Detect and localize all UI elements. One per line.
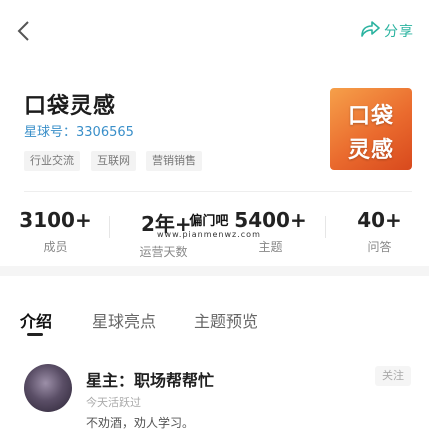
share-icon (360, 20, 380, 42)
stat-members: 3100+ 成员 (2, 208, 109, 255)
stat-value: 3100+ (19, 208, 92, 232)
tab-intro[interactable]: 介绍 (20, 308, 52, 332)
stat-label: 问答 (367, 240, 392, 254)
avatar[interactable] (24, 364, 72, 412)
stat-label: 主题 (258, 240, 283, 254)
cover-text-line: 灵感 (347, 138, 394, 163)
stat-value: 40+ (357, 208, 402, 232)
cover-text-line: 口袋 (347, 104, 394, 129)
owner-active-status: 今天活跃过 (86, 396, 141, 409)
watermark-main: 偏门吧 (189, 214, 229, 229)
share-button[interactable]: 分享 (360, 20, 414, 42)
tab-topic-preview[interactable]: 主题预览 (194, 308, 258, 332)
back-icon[interactable] (14, 18, 36, 44)
tag-item[interactable]: 营销销售 (146, 151, 202, 171)
stat-label: 成员 (43, 240, 68, 254)
group-title: 口袋灵感 (24, 94, 117, 119)
section-separator (0, 266, 429, 276)
stat-label: 运营天数 (139, 245, 188, 259)
group-id: 星球号：3306565 (24, 125, 134, 140)
tag-item[interactable]: 互联网 (91, 151, 136, 171)
tag-item[interactable]: 行业交流 (24, 151, 80, 171)
group-cover-image: 口袋 灵感 (330, 88, 412, 170)
owner-bio: 不劝酒，劝人学习。 (86, 416, 195, 430)
watermark: 偏门吧 www.pianmenwz.com (157, 210, 261, 239)
follow-button[interactable]: 关注 (375, 366, 411, 386)
stat-qa: 40+ 问答 (326, 208, 429, 255)
watermark-url: www.pianmenwz.com (157, 230, 261, 239)
owner-name[interactable]: 星主：职场帮帮忙 (86, 367, 214, 391)
tab-active-indicator (27, 333, 43, 336)
share-label: 分享 (384, 24, 414, 40)
divider (24, 191, 412, 192)
tab-highlights[interactable]: 星球亮点 (92, 308, 156, 332)
